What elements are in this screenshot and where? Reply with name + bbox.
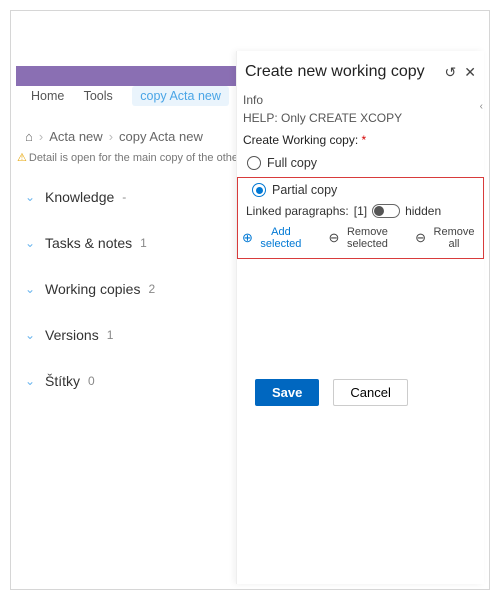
remove-selected-button[interactable]: ⊖ Remove selected — [329, 226, 393, 250]
chevron-down-icon: ⌄ — [25, 236, 39, 250]
hidden-toggle-label: hidden — [405, 204, 441, 218]
create-working-copy-label: Create Working copy: — [243, 133, 358, 147]
hidden-toggle[interactable] — [372, 204, 400, 218]
cancel-button[interactable]: Cancel — [333, 379, 407, 406]
save-button[interactable]: Save — [255, 379, 319, 406]
close-icon[interactable]: ✕ — [464, 64, 476, 81]
section-label: Working copies — [45, 281, 140, 297]
chevron-down-icon: ⌄ — [25, 190, 39, 204]
chevron-down-icon: ⌄ — [25, 282, 39, 296]
chevron-down-icon: ⌄ — [25, 374, 39, 388]
remove-all-label: Remove all — [429, 226, 479, 250]
history-icon[interactable]: ↺ — [445, 64, 457, 81]
remove-all-button[interactable]: ⊖ Remove all — [415, 226, 479, 250]
section-count: 2 — [148, 282, 155, 296]
detail-note-text: Detail is open for the main copy of the … — [29, 152, 238, 164]
tab-copy-acta-new[interactable]: copy Acta new — [132, 86, 229, 106]
section-count: - — [122, 190, 126, 204]
panel-title: Create new working copy — [245, 63, 445, 81]
breadcrumb-sep: › — [39, 129, 43, 144]
section-stitky[interactable]: ⌄ Štítky 0 — [21, 365, 221, 397]
radio-partial-copy[interactable] — [252, 183, 266, 197]
required-asterisk: * — [362, 133, 367, 147]
section-count: 1 — [107, 328, 114, 342]
remove-all-icon: ⊖ — [415, 231, 426, 245]
info-label: Info — [243, 91, 478, 109]
chevron-down-icon: ⌄ — [25, 328, 39, 342]
section-count: 1 — [140, 236, 147, 250]
breadcrumb-seg-1[interactable]: Acta new — [49, 129, 102, 144]
warning-icon: ⚠ — [17, 152, 27, 164]
section-label: Štítky — [45, 373, 80, 389]
section-tasks-notes[interactable]: ⌄ Tasks & notes 1 — [21, 227, 221, 259]
home-icon[interactable]: ⌂ — [25, 129, 33, 144]
breadcrumb: ⌂ › Acta new › copy Acta new — [25, 129, 203, 144]
section-label: Knowledge — [45, 189, 114, 205]
breadcrumb-seg-2[interactable]: copy Acta new — [119, 129, 203, 144]
remove-selected-icon: ⊖ — [329, 231, 340, 245]
add-selected-icon: ⊕ — [242, 231, 253, 245]
radio-partial-copy-label: Partial copy — [272, 183, 337, 197]
tab-tools[interactable]: Tools — [84, 89, 113, 103]
help-text: HELP: Only CREATE XCOPY — [243, 109, 478, 127]
detail-open-note: ⚠Detail is open for the main copy of the… — [17, 151, 238, 164]
add-selected-label: Add selected — [256, 226, 306, 250]
breadcrumb-sep: › — [109, 129, 113, 144]
radio-full-copy[interactable] — [247, 156, 261, 170]
section-label: Versions — [45, 327, 99, 343]
section-list: ⌄ Knowledge - ⌄ Tasks & notes 1 ⌄ Workin… — [21, 181, 221, 397]
section-count: 0 — [88, 374, 95, 388]
collapse-chevron-icon[interactable]: ‹ — [480, 101, 483, 112]
add-selected-button[interactable]: ⊕ Add selected — [242, 226, 306, 250]
remove-selected-label: Remove selected — [342, 226, 392, 250]
create-working-copy-panel: ‹ Create new working copy ↺ ✕ Info HELP:… — [236, 51, 484, 584]
section-versions[interactable]: ⌄ Versions 1 — [21, 319, 221, 351]
tab-bar: Home Tools copy Acta new — [31, 89, 245, 103]
linked-paragraphs-label: Linked paragraphs: — [246, 204, 349, 218]
linked-paragraphs-count: [1] — [354, 204, 367, 218]
section-label: Tasks & notes — [45, 235, 132, 251]
section-knowledge[interactable]: ⌄ Knowledge - — [21, 181, 221, 213]
partial-copy-highlight: Partial copy Linked paragraphs: [1] hidd… — [237, 177, 484, 259]
section-working-copies[interactable]: ⌄ Working copies 2 — [21, 273, 221, 305]
app-accent-bar — [16, 66, 236, 86]
tab-home[interactable]: Home — [31, 89, 64, 103]
radio-full-copy-label: Full copy — [267, 156, 317, 170]
